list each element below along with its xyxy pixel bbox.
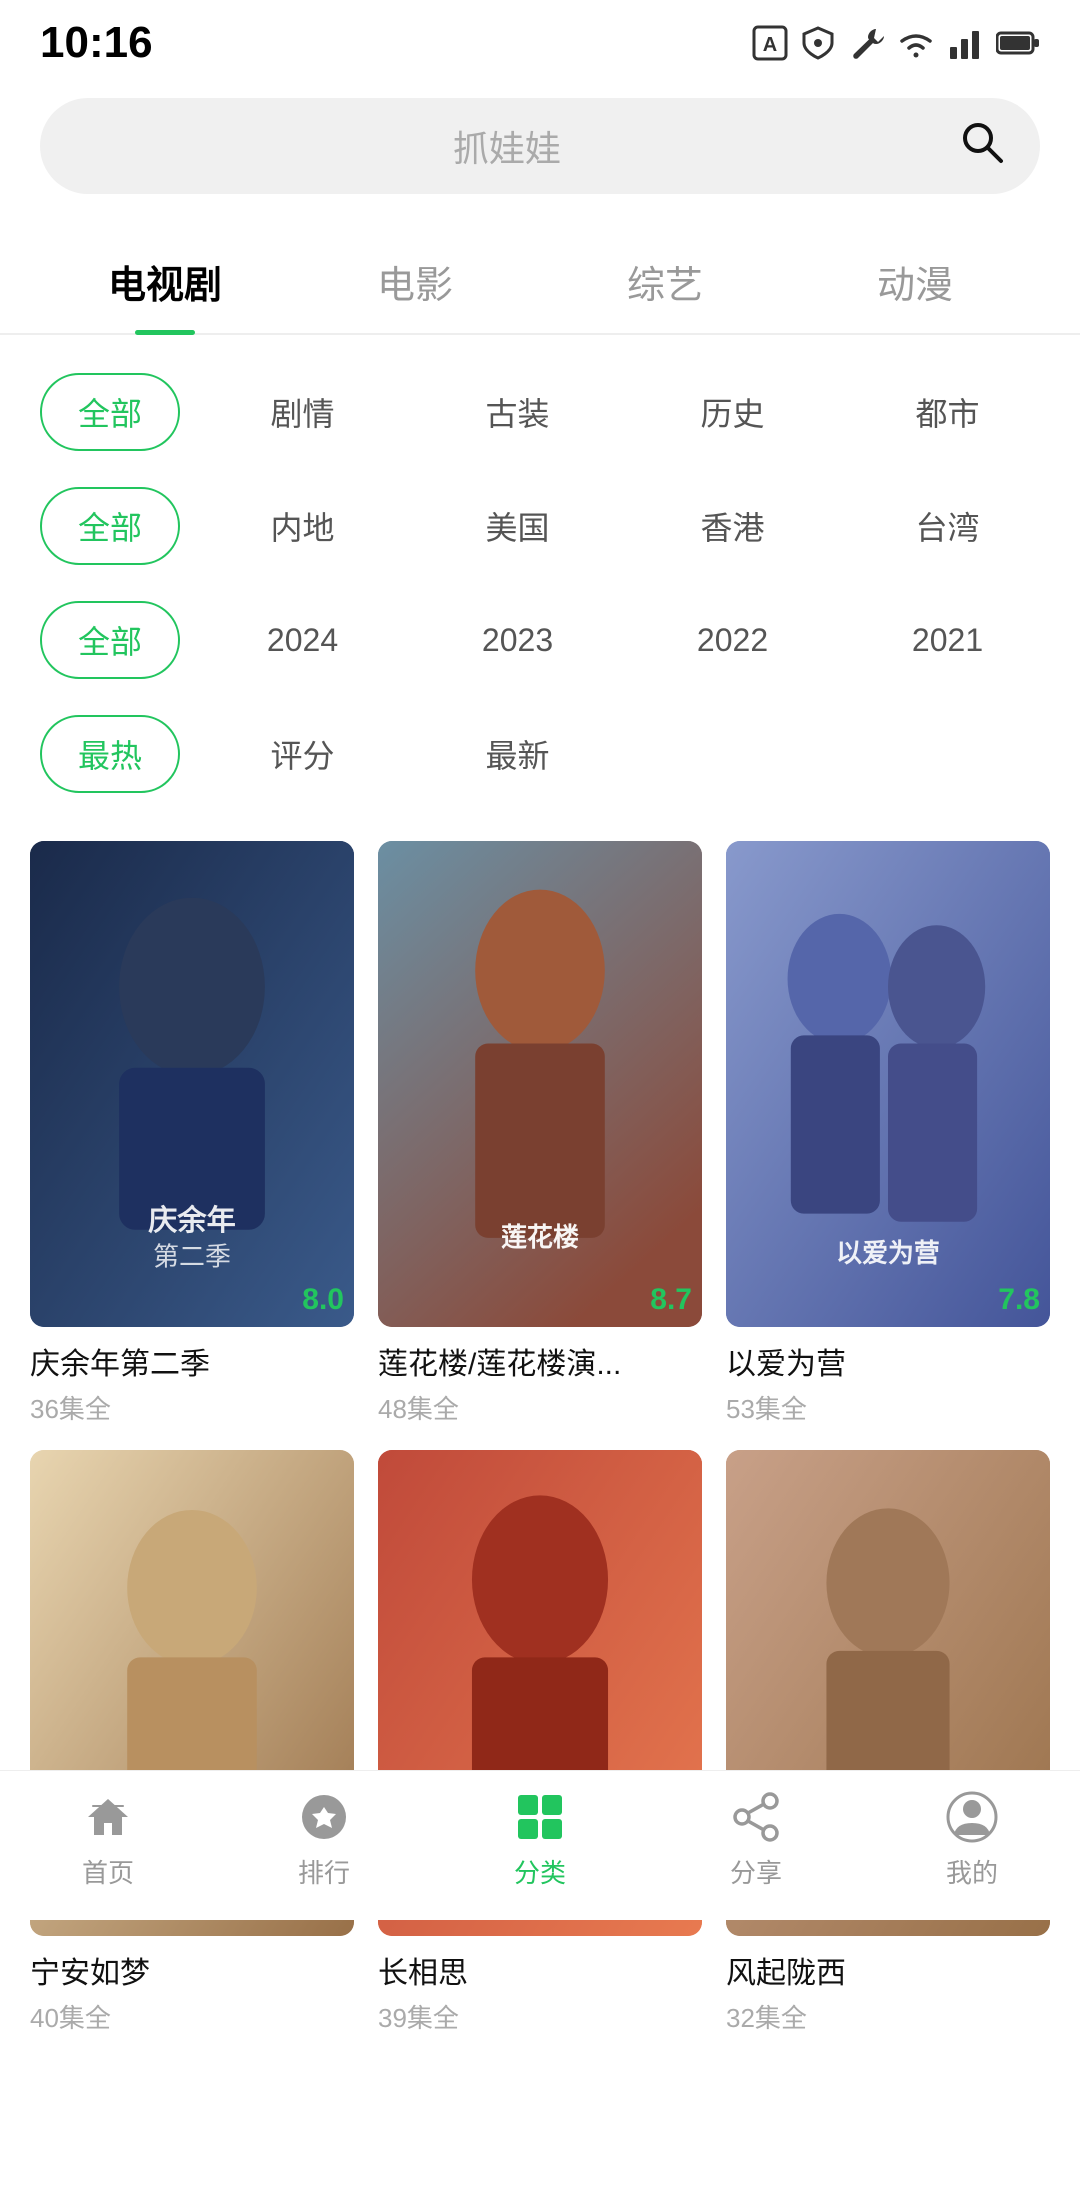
svg-text:第二季: 第二季 xyxy=(153,1242,231,1271)
nav-home[interactable]: 首页 xyxy=(0,1791,216,1890)
filter-row-sort: 最热 评分 最新 xyxy=(40,697,1040,811)
filter-year-2022[interactable]: 2022 xyxy=(640,622,825,659)
filter-row-year: 全部 2024 2023 2022 2021 xyxy=(40,583,1040,697)
filter-genre-drama[interactable]: 剧情 xyxy=(210,389,395,435)
content-card-5[interactable]: 风起陇西 32集全 xyxy=(726,1450,1050,2035)
search-placeholder: 抓娃娃 xyxy=(76,120,938,172)
user-icon xyxy=(946,1791,998,1843)
filter-genre-history[interactable]: 历史 xyxy=(640,389,825,435)
card-score-0: 8.0 xyxy=(302,1283,344,1317)
signal-icon xyxy=(948,25,984,61)
svg-text:莲花楼: 莲花楼 xyxy=(501,1223,579,1252)
svg-text:以爱为营: 以爱为营 xyxy=(836,1239,940,1268)
nav-mine[interactable]: 我的 xyxy=(864,1791,1080,1890)
card-sub-1: 48集全 xyxy=(378,1389,702,1426)
filter-region-usa[interactable]: 美国 xyxy=(425,503,610,549)
tab-variety[interactable]: 综艺 xyxy=(540,234,790,333)
wifi-icon xyxy=(896,25,936,61)
filter-year-2023[interactable]: 2023 xyxy=(425,622,610,659)
card-art-2: 以爱为营 xyxy=(726,841,1050,1327)
nav-rank-label: 排行 xyxy=(298,1853,350,1890)
card-title-3: 宁安如梦 xyxy=(30,1948,354,1992)
filter-genre-costume[interactable]: 古装 xyxy=(425,389,610,435)
nav-home-label: 首页 xyxy=(82,1853,134,1890)
filter-region-mainland[interactable]: 内地 xyxy=(210,503,395,549)
content-card-0[interactable]: 庆余年 第二季 8.0 庆余年第二季 36集全 xyxy=(30,841,354,1426)
category-icon xyxy=(514,1791,566,1843)
filter-genre-city[interactable]: 都市 xyxy=(855,389,1040,435)
filter-row-region: 全部 内地 美国 香港 台湾 xyxy=(40,469,1040,583)
card-art-0: 庆余年 第二季 xyxy=(30,841,354,1327)
filter-btn-year-all[interactable]: 全部 xyxy=(40,601,180,679)
status-time: 10:16 xyxy=(40,18,153,68)
status-icons: A xyxy=(752,25,1040,61)
filter-btn-genre-all[interactable]: 全部 xyxy=(40,373,180,451)
search-container: 抓娃娃 xyxy=(0,78,1080,204)
tab-anime[interactable]: 动漫 xyxy=(790,234,1040,333)
a-icon: A xyxy=(752,25,788,61)
nav-share[interactable]: 分享 xyxy=(648,1791,864,1890)
content-card-2[interactable]: 以爱为营 7.8 以爱为营 53集全 xyxy=(726,841,1050,1426)
filter-sort-newest[interactable]: 最新 xyxy=(425,731,610,777)
category-tabs: 电视剧 电影 综艺 动漫 xyxy=(0,204,1080,335)
share-icon xyxy=(730,1791,782,1843)
card-sub-4: 39集全 xyxy=(378,1998,702,2035)
tab-tv[interactable]: 电视剧 xyxy=(40,234,290,333)
card-sub-0: 36集全 xyxy=(30,1389,354,1426)
status-bar: 10:16 A xyxy=(0,0,1080,78)
svg-text:庆余年: 庆余年 xyxy=(148,1203,235,1237)
nav-category[interactable]: 分类 xyxy=(432,1791,648,1890)
filter-year-2021[interactable]: 2021 xyxy=(855,622,1040,659)
rank-icon xyxy=(298,1791,350,1843)
filter-btn-region-all[interactable]: 全部 xyxy=(40,487,180,565)
filter-btn-sort-hot[interactable]: 最热 xyxy=(40,715,180,793)
card-art-1: 莲花楼 xyxy=(378,841,702,1327)
card-thumb-0: 庆余年 第二季 8.0 xyxy=(30,841,354,1327)
card-thumb-1: 莲花楼 8.7 xyxy=(378,841,702,1327)
card-sub-3: 40集全 xyxy=(30,1998,354,2035)
filter-region-tw[interactable]: 台湾 xyxy=(855,503,1040,549)
nav-mine-label: 我的 xyxy=(946,1853,998,1890)
card-title-4: 长相思 xyxy=(378,1948,702,1992)
nav-share-label: 分享 xyxy=(730,1853,782,1890)
filter-section: 全部 剧情 古装 历史 都市 全部 内地 美国 香港 台湾 全部 2024 20… xyxy=(0,335,1080,811)
filter-region-hk[interactable]: 香港 xyxy=(640,503,825,549)
filter-sort-rating[interactable]: 评分 xyxy=(210,731,395,777)
card-title-1: 莲花楼/莲花楼演... xyxy=(378,1339,702,1383)
battery-icon xyxy=(996,25,1040,61)
home-icon xyxy=(82,1791,134,1843)
nav-rank[interactable]: 排行 xyxy=(216,1791,432,1890)
wrench-icon xyxy=(848,25,884,61)
content-card-4[interactable]: 长相思 长相思 39集全 xyxy=(378,1450,702,2035)
filter-row-genre: 全部 剧情 古装 历史 都市 xyxy=(40,355,1040,469)
card-title-5: 风起陇西 xyxy=(726,1948,1050,1992)
content-card-1[interactable]: 莲花楼 8.7 莲花楼/莲花楼演... 48集全 xyxy=(378,841,702,1426)
content-card-3[interactable]: 宁安如梦 宁安如梦 40集全 xyxy=(30,1450,354,2035)
bottom-nav: 首页 排行 分类 分享 xyxy=(0,1770,1080,1920)
card-title-2: 以爱为营 xyxy=(726,1339,1050,1383)
tab-movie[interactable]: 电影 xyxy=(290,234,540,333)
card-score-1: 8.7 xyxy=(650,1283,692,1317)
search-bar[interactable]: 抓娃娃 xyxy=(40,98,1040,194)
card-title-0: 庆余年第二季 xyxy=(30,1339,354,1383)
shield-icon xyxy=(800,25,836,61)
nav-category-label: 分类 xyxy=(514,1853,566,1890)
svg-text:A: A xyxy=(763,34,777,56)
filter-year-2024[interactable]: 2024 xyxy=(210,622,395,659)
card-thumb-2: 以爱为营 7.8 xyxy=(726,841,1050,1327)
search-icon[interactable] xyxy=(958,118,1004,174)
card-score-2: 7.8 xyxy=(998,1283,1040,1317)
card-sub-2: 53集全 xyxy=(726,1389,1050,1426)
card-sub-5: 32集全 xyxy=(726,1998,1050,2035)
